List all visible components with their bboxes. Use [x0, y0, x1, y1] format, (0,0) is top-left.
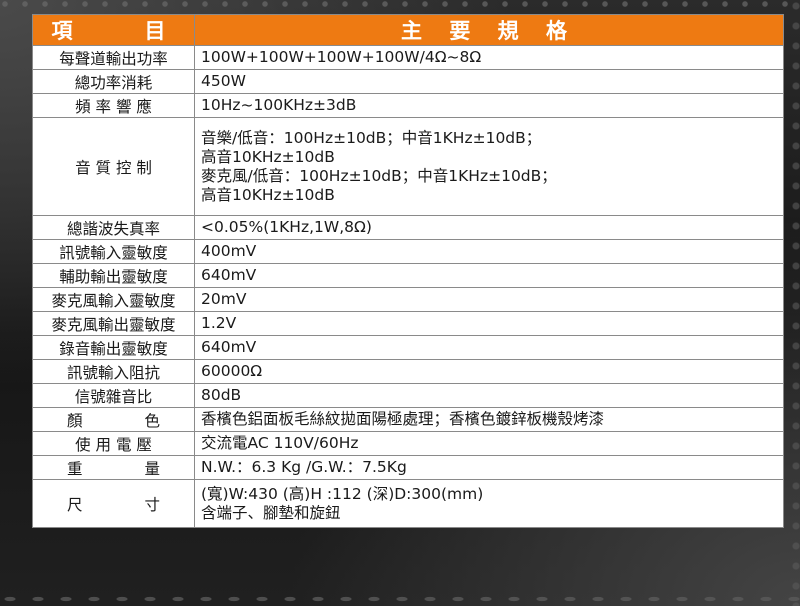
table-row: 尺 寸 (寬)W:430 (高)H :112 (深)D:300(mm) 含端子、…: [32, 479, 784, 528]
row-label: 麥克風輸出靈敏度: [32, 311, 195, 336]
row-value: 400mV: [194, 239, 784, 264]
row-value-line: 1.2V: [201, 314, 237, 332]
row-value-line: (寬)W:430 (高)H :112 (深)D:300(mm): [201, 484, 484, 503]
spec-table: 項 目 主 要 規 格 每聲道輸出功率 100W+100W+100W+100W/…: [32, 14, 784, 528]
row-label: 錄音輸出靈敏度: [32, 335, 195, 360]
row-value: N.W.：6.3 Kg /G.W.：7.5Kg: [194, 455, 784, 480]
row-value-line: 640mV: [201, 266, 257, 284]
table-row: 重 量 N.W.：6.3 Kg /G.W.：7.5Kg: [32, 455, 784, 480]
decorative-dot-strip-bottom: [0, 592, 800, 606]
row-value: (寬)W:430 (高)H :112 (深)D:300(mm) 含端子、腳墊和旋…: [194, 479, 784, 528]
row-value-line: 100W+100W+100W+100W/4Ω~8Ω: [201, 48, 482, 66]
row-value-line: 含端子、腳墊和旋鈕: [201, 503, 341, 522]
row-value: 香檳色鋁面板毛絲紋拋面陽極處理；香檳色鍍鋅板機殼烤漆: [194, 407, 784, 432]
row-value-line: 10Hz~100KHz±3dB: [201, 96, 357, 114]
row-value: 60000Ω: [194, 359, 784, 384]
row-value-line: 音樂/低音：100Hz±10dB；中音1KHz±10dB；: [201, 128, 542, 147]
row-value-line: 400mV: [201, 242, 257, 260]
table-row: 信號雜音比 80dB: [32, 383, 784, 408]
row-value-line: 高音10KHz±10dB: [201, 147, 335, 166]
row-value: 音樂/低音：100Hz±10dB；中音1KHz±10dB； 高音10KHz±10…: [194, 117, 784, 216]
row-value: 640mV: [194, 263, 784, 288]
row-value-line: 60000Ω: [201, 362, 263, 380]
table-row: 頻 率 響 應 10Hz~100KHz±3dB: [32, 93, 784, 118]
decorative-dot-strip-right: [788, 0, 800, 606]
row-value: 640mV: [194, 335, 784, 360]
row-label: 訊號輸入靈敏度: [32, 239, 195, 264]
table-row: 麥克風輸入靈敏度 20mV: [32, 287, 784, 312]
table-row: 每聲道輸出功率 100W+100W+100W+100W/4Ω~8Ω: [32, 45, 784, 70]
row-label: 總諧波失真率: [32, 215, 195, 240]
row-value: 10Hz~100KHz±3dB: [194, 93, 784, 118]
row-label: 每聲道輸出功率: [32, 45, 195, 70]
row-label: 音 質 控 制: [32, 117, 195, 216]
decorative-dot-strip-top: [0, 0, 800, 8]
row-value-line: 香檳色鋁面板毛絲紋拋面陽極處理；香檳色鍍鋅板機殼烤漆: [201, 410, 605, 428]
row-value-line: 80dB: [201, 386, 242, 404]
row-label: 輔助輸出靈敏度: [32, 263, 195, 288]
row-label: 重 量: [32, 455, 195, 480]
table-row: 訊號輸入靈敏度 400mV: [32, 239, 784, 264]
table-row: 訊號輸入阻抗 60000Ω: [32, 359, 784, 384]
row-label: 使 用 電 壓: [32, 431, 195, 456]
row-label: 麥克風輸入靈敏度: [32, 287, 195, 312]
table-row: 總諧波失真率 <0.05%(1KHz,1W,8Ω): [32, 215, 784, 240]
row-value-line: 450W: [201, 72, 246, 90]
item-column-header: 項 目: [32, 14, 195, 46]
table-row: 錄音輸出靈敏度 640mV: [32, 335, 784, 360]
row-label: 總功率消耗: [32, 69, 195, 94]
row-value-line: 640mV: [201, 338, 257, 356]
row-label: 顏 色: [32, 407, 195, 432]
table-row: 音 質 控 制 音樂/低音：100Hz±10dB；中音1KHz±10dB； 高音…: [32, 117, 784, 216]
row-value: 20mV: [194, 287, 784, 312]
row-value-line: N.W.：6.3 Kg /G.W.：7.5Kg: [201, 458, 407, 476]
row-value: <0.05%(1KHz,1W,8Ω): [194, 215, 784, 240]
row-value-line: 麥克風/低音：100Hz±10dB；中音1KHz±10dB；: [201, 166, 557, 185]
spec-column-header: 主 要 規 格: [194, 14, 784, 46]
row-label: 訊號輸入阻抗: [32, 359, 195, 384]
row-value-line: 20mV: [201, 290, 247, 308]
row-value-line: 高音10KHz±10dB: [201, 185, 335, 204]
table-row: 麥克風輸出靈敏度 1.2V: [32, 311, 784, 336]
row-value-line: <0.05%(1KHz,1W,8Ω): [201, 218, 372, 236]
row-value: 80dB: [194, 383, 784, 408]
spec-table-header-row: 項 目 主 要 規 格: [32, 14, 784, 46]
row-value: 450W: [194, 69, 784, 94]
row-label: 尺 寸: [32, 479, 195, 528]
row-value: 1.2V: [194, 311, 784, 336]
row-value-line: 交流電AC 110V/60Hz: [201, 434, 359, 452]
table-row: 總功率消耗 450W: [32, 69, 784, 94]
row-value: 交流電AC 110V/60Hz: [194, 431, 784, 456]
row-label: 信號雜音比: [32, 383, 195, 408]
table-row: 輔助輸出靈敏度 640mV: [32, 263, 784, 288]
table-row: 顏 色 香檳色鋁面板毛絲紋拋面陽極處理；香檳色鍍鋅板機殼烤漆: [32, 407, 784, 432]
row-label: 頻 率 響 應: [32, 93, 195, 118]
row-value: 100W+100W+100W+100W/4Ω~8Ω: [194, 45, 784, 70]
table-row: 使 用 電 壓 交流電AC 110V/60Hz: [32, 431, 784, 456]
